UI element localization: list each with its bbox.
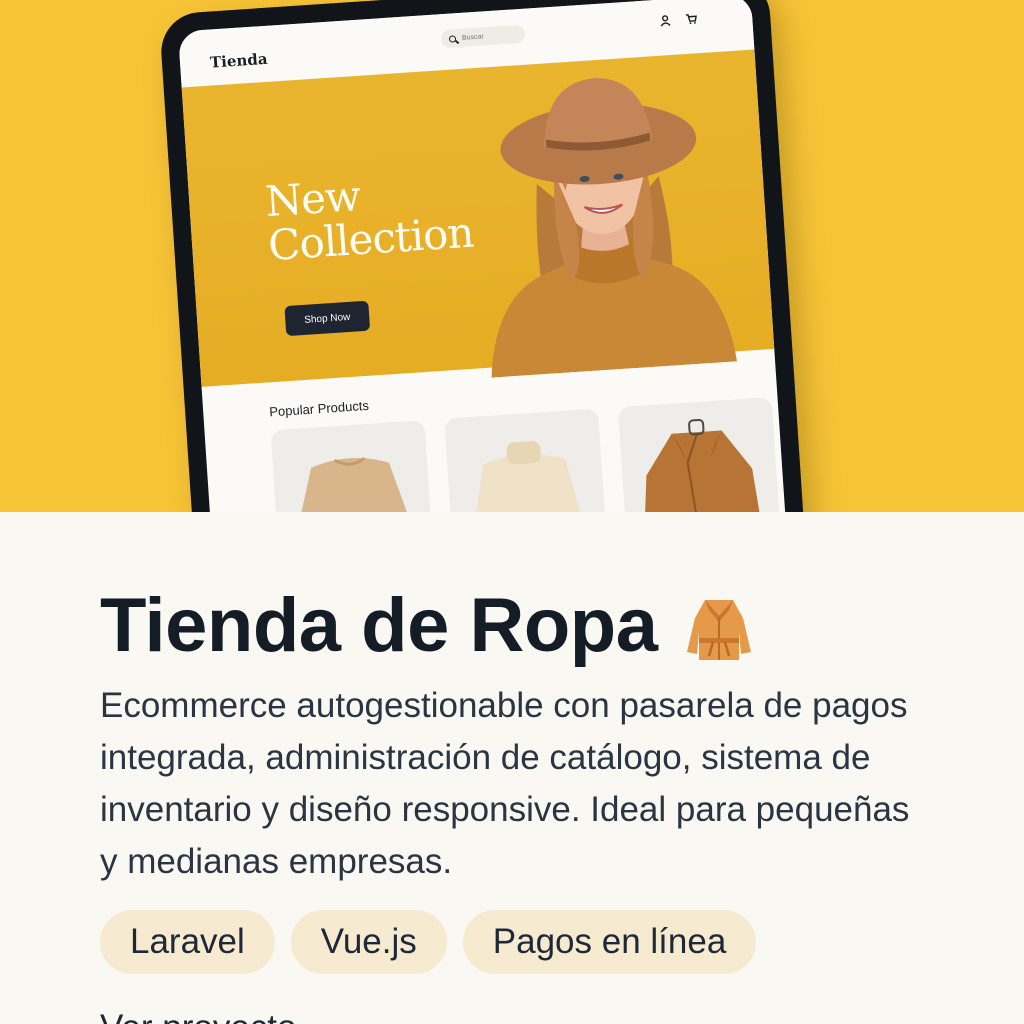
search-icon <box>448 34 457 43</box>
model-photo <box>491 78 738 378</box>
store-search-input[interactable] <box>461 31 513 42</box>
tag-vuejs: Vue.js <box>290 910 447 974</box>
project-title: Tienda de Ropa <box>100 583 658 668</box>
product-card-sweater[interactable] <box>270 420 436 512</box>
view-project-link[interactable]: Ver proyecto → <box>100 1008 341 1024</box>
camel-coat-image <box>643 418 769 512</box>
title-row: Tienda de Ropa <box>100 582 757 669</box>
hero-section: Tienda New Collection Shop Now <box>0 0 1024 512</box>
store-logo[interactable]: Tienda <box>209 50 268 72</box>
shop-now-button[interactable]: Shop Now <box>284 300 371 337</box>
product-card-turtleneck[interactable] <box>444 408 610 512</box>
account-icon[interactable] <box>658 13 673 28</box>
coat-icon <box>687 599 752 660</box>
project-description: Ecommerce autogestionable con pasarela d… <box>100 686 910 881</box>
popular-products-title: Popular Products <box>268 397 370 420</box>
hero-banner: New Collection Shop Now <box>181 49 775 387</box>
beige-sweater-image <box>291 456 421 512</box>
tag-laravel: Laravel <box>100 910 275 974</box>
store-search[interactable] <box>440 24 526 49</box>
tag-pagos-en-linea: Pagos en línea <box>462 910 757 974</box>
cart-icon[interactable] <box>684 11 699 26</box>
tablet-mockup: Tienda New Collection Shop Now <box>158 0 808 512</box>
tablet-screen: Tienda New Collection Shop Now <box>177 0 789 512</box>
product-card-coat[interactable] <box>617 397 783 512</box>
project-card: Tienda de Ropa Ecommerce autogestionable… <box>0 512 1024 1024</box>
cream-turtleneck-image <box>468 441 594 512</box>
tech-tags: Laravel Vue.js Pagos en línea <box>100 910 757 974</box>
